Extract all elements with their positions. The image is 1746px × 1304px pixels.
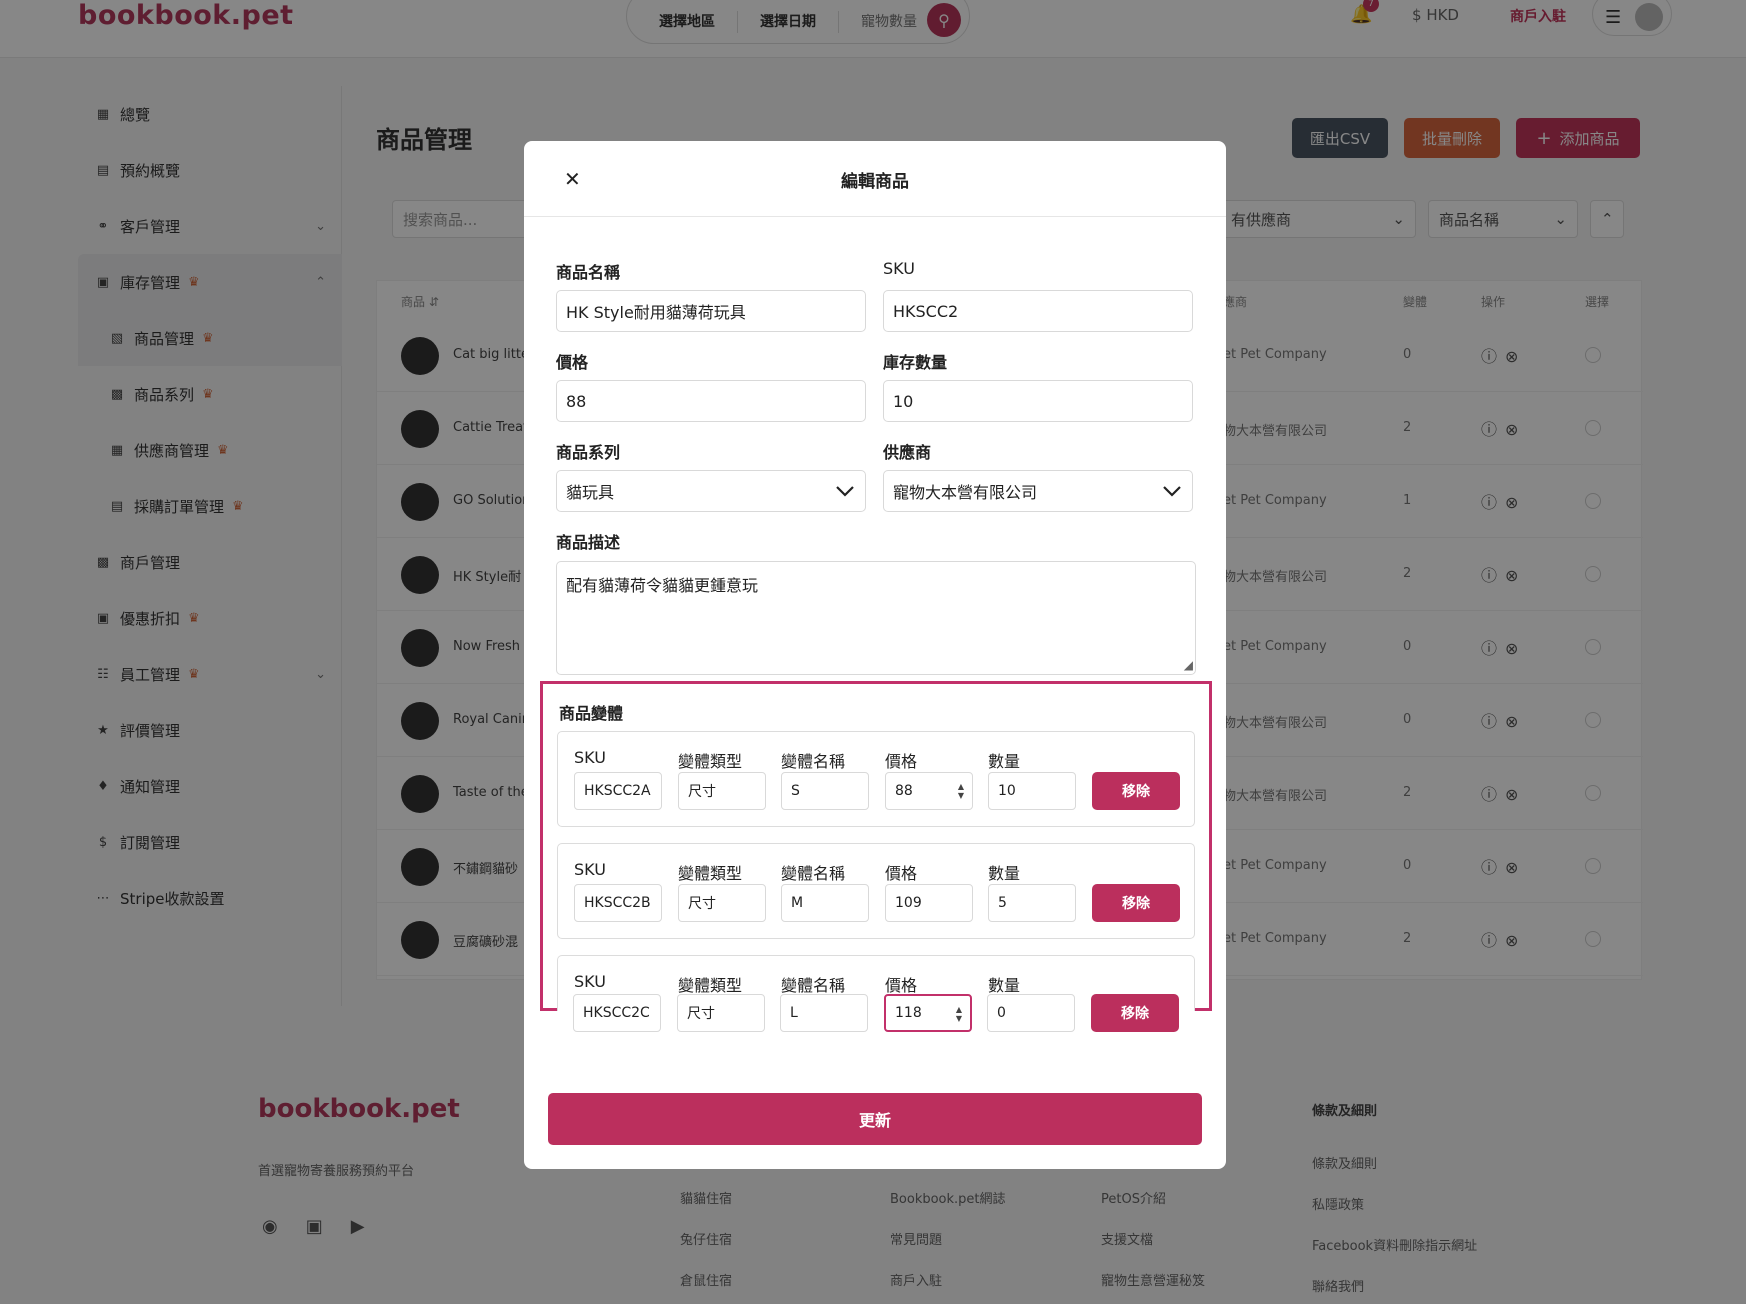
variant-name-input[interactable]: S — [781, 772, 869, 810]
description-label: 商品描述 — [556, 533, 621, 552]
series-label: 商品系列 — [556, 443, 621, 462]
variant-sku-label: SKU — [574, 972, 606, 991]
variant-qty-input[interactable]: 0 — [987, 994, 1075, 1032]
modal-header: 編輯商品 ✕ — [524, 141, 1226, 217]
variant-price-label: 價格 — [885, 976, 918, 995]
variant-type-input[interactable]: 尺寸 — [678, 772, 766, 810]
variant-sku-input[interactable]: HKSCC2B — [574, 884, 662, 922]
variant-sku-label: SKU — [574, 748, 606, 767]
stock-label: 庫存數量 — [883, 353, 948, 372]
variants-section: 商品變體 SKU 變體類型 變體名稱 價格 數量 HKSCC2A 尺寸 S 88… — [540, 681, 1212, 1011]
variant-qty-label: 數量 — [988, 976, 1021, 995]
variant-sku-input[interactable]: HKSCC2C — [573, 994, 661, 1032]
stepper-icon[interactable]: ▲ ▼ — [958, 782, 964, 800]
variant-row: SKU 變體類型 變體名稱 價格 數量 HKSCC2B 尺寸 M 109 5 移… — [557, 843, 1195, 939]
modal-title: 編輯商品 — [841, 172, 909, 192]
chevron-down-icon — [836, 486, 854, 497]
variant-price-input[interactable]: 109 — [885, 884, 973, 922]
variant-price-value: 118 — [895, 1005, 922, 1021]
variant-type-input[interactable]: 尺寸 — [677, 994, 765, 1032]
stock-input[interactable]: 10 — [883, 380, 1193, 422]
variant-qty-label: 數量 — [988, 864, 1021, 883]
variants-title: 商品變體 — [559, 704, 624, 723]
variant-price-label: 價格 — [885, 752, 918, 771]
variant-price-label: 價格 — [885, 864, 918, 883]
price-label: 價格 — [556, 353, 589, 372]
variant-name-label: 變體名稱 — [781, 752, 846, 771]
variant-qty-input[interactable]: 10 — [988, 772, 1076, 810]
variant-type-label: 變體類型 — [678, 752, 743, 771]
sku-input[interactable]: HKSCC2 — [883, 290, 1193, 332]
supplier-label: 供應商 — [883, 443, 932, 462]
resize-handle-icon[interactable]: ◢ — [1184, 658, 1193, 672]
edit-product-modal: 編輯商品 ✕ 商品名稱 HK Style耐用貓薄荷玩具 SKU HKSCC2 價… — [524, 141, 1226, 1169]
description-textarea[interactable]: 配有貓薄荷令貓貓更鍾意玩 ◢ — [556, 561, 1196, 675]
sku-label: SKU — [883, 259, 915, 278]
remove-variant-button[interactable]: 移除 — [1092, 772, 1180, 810]
variant-type-input[interactable]: 尺寸 — [678, 884, 766, 922]
variant-sku-input[interactable]: HKSCC2A — [574, 772, 662, 810]
close-icon[interactable]: ✕ — [564, 167, 581, 191]
variant-price-input[interactable]: 118 ▲ ▼ — [884, 994, 972, 1032]
series-select[interactable]: 貓玩具 — [556, 470, 866, 512]
series-selected-value: 貓玩具 — [566, 483, 615, 502]
supplier-select[interactable]: 寵物大本營有限公司 — [883, 470, 1193, 512]
variant-type-label: 變體類型 — [678, 976, 743, 995]
variant-type-label: 變體類型 — [678, 864, 743, 883]
variant-row: SKU 變體類型 變體名稱 價格 數量 HKSCC2A 尺寸 S 88 ▲ ▼ 10… — [557, 731, 1195, 827]
variant-sku-label: SKU — [574, 860, 606, 879]
variant-name-input[interactable]: L — [780, 994, 868, 1032]
description-text: 配有貓薄荷令貓貓更鍾意玩 — [566, 576, 759, 595]
variant-qty-label: 數量 — [988, 752, 1021, 771]
variant-price-input[interactable]: 88 ▲ ▼ — [885, 772, 973, 810]
remove-variant-button[interactable]: 移除 — [1092, 884, 1180, 922]
name-label: 商品名稱 — [556, 263, 621, 282]
stepper-icon[interactable]: ▲ ▼ — [956, 1005, 962, 1023]
price-input[interactable]: 88 — [556, 380, 866, 422]
update-button[interactable]: 更新 — [548, 1093, 1202, 1145]
variant-name-input[interactable]: M — [781, 884, 869, 922]
variant-name-label: 變體名稱 — [781, 976, 846, 995]
supplier-selected-value: 寵物大本營有限公司 — [893, 483, 1038, 502]
product-name-input[interactable]: HK Style耐用貓薄荷玩具 — [556, 290, 866, 332]
variant-price-value: 88 — [895, 783, 913, 799]
variant-name-label: 變體名稱 — [781, 864, 846, 883]
remove-variant-button[interactable]: 移除 — [1091, 994, 1179, 1032]
variant-qty-input[interactable]: 5 — [988, 884, 1076, 922]
chevron-down-icon — [1163, 486, 1181, 497]
